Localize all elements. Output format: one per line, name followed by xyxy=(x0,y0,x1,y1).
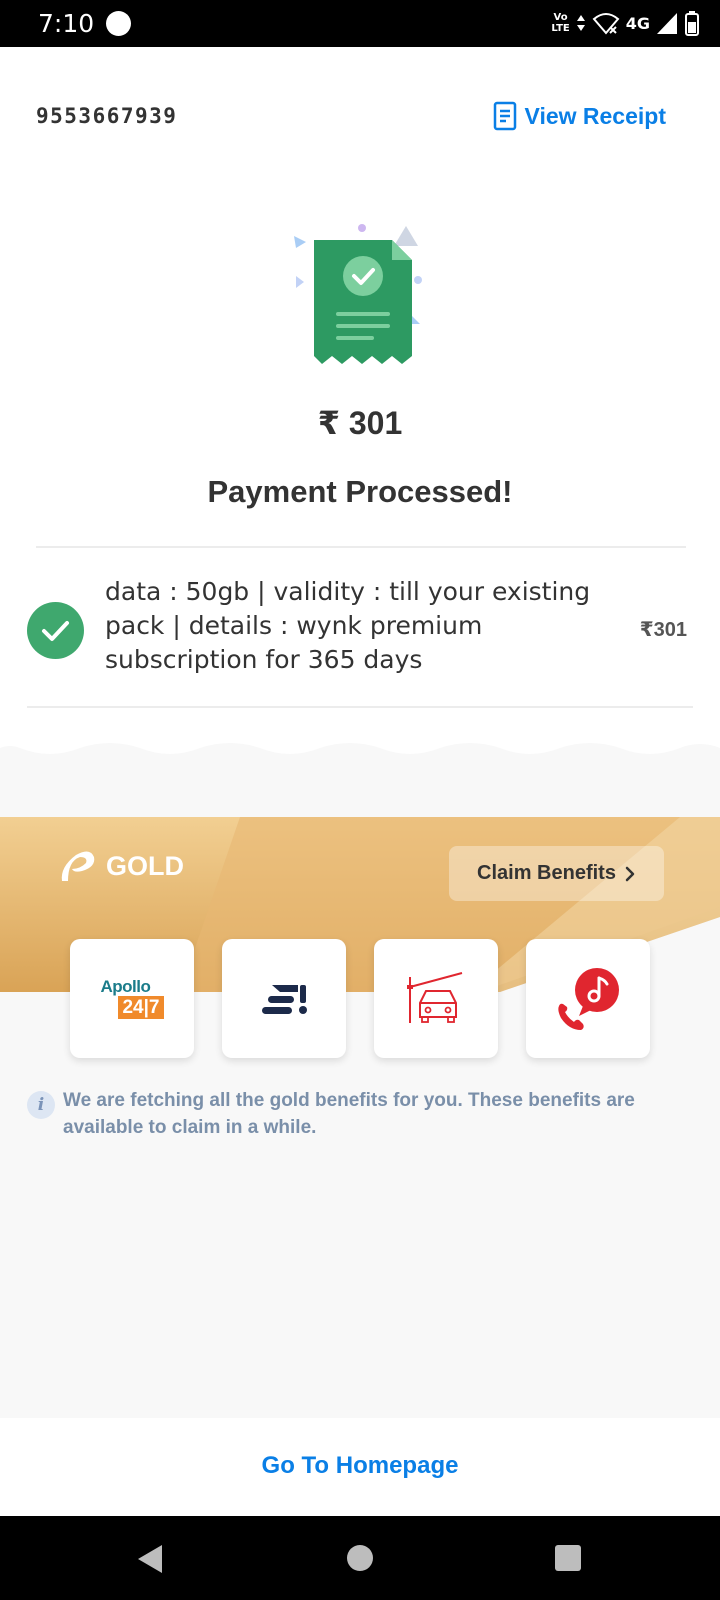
pack-price: ₹301 xyxy=(639,619,687,641)
go-to-homepage-button[interactable]: Go To Homepage xyxy=(262,1452,459,1480)
zigzag-edge xyxy=(0,736,720,754)
header-row: 9553667939 View Receipt xyxy=(36,98,666,134)
shaw-academy-icon xyxy=(262,984,307,1014)
recents-icon[interactable] xyxy=(555,1545,581,1571)
payment-amount: ₹ 301 xyxy=(317,405,403,441)
gold-info-text: We are fetching all the gold benefits fo… xyxy=(63,1090,635,1138)
network-type: 4G xyxy=(625,13,650,33)
view-receipt-label: View Receipt xyxy=(524,102,666,129)
hellotunes-icon xyxy=(558,967,619,1030)
receipt-icon xyxy=(493,101,516,131)
battery-icon xyxy=(685,11,699,36)
back-icon[interactable] xyxy=(136,1543,164,1575)
benefit-card-shaw-academy[interactable] xyxy=(222,939,346,1058)
payment-success-illustration xyxy=(294,224,422,364)
apollo-247-icon: Apollo 24|7 xyxy=(100,978,164,1019)
info-icon: i xyxy=(27,1091,55,1119)
payment-status-title: Payment Processed! xyxy=(207,474,513,509)
pack-item: data : 50gb | validity : till your exist… xyxy=(27,575,687,685)
benefit-card-hellotunes[interactable] xyxy=(526,939,650,1058)
status-icons: Vo LTE 4G xyxy=(551,6,700,40)
notification-dot-icon xyxy=(106,11,131,36)
divider xyxy=(36,546,686,548)
home-icon[interactable] xyxy=(347,1545,373,1571)
airtel-logo-icon xyxy=(61,851,95,881)
footer: Go To Homepage xyxy=(0,1418,720,1514)
signal-icon xyxy=(657,13,677,34)
divider xyxy=(27,706,693,708)
pack-description: data : 50gb | validity : till your exist… xyxy=(105,577,591,674)
status-bar: 7:10 Vo LTE 4G xyxy=(0,0,720,47)
status-time: 7:10 xyxy=(38,9,95,38)
claim-benefits-label: Claim Benefits xyxy=(477,862,616,884)
system-nav-bar xyxy=(0,1516,720,1600)
benefit-card-fastag[interactable] xyxy=(374,939,498,1058)
volte-icon: Vo LTE xyxy=(551,12,570,34)
car-toll-icon xyxy=(407,971,463,1023)
wifi-off-icon xyxy=(592,13,620,35)
check-circle-icon xyxy=(27,602,84,659)
view-receipt-button[interactable]: View Receipt xyxy=(493,101,666,131)
data-arrows-icon xyxy=(576,15,585,31)
claim-benefits-button[interactable]: Claim Benefits xyxy=(449,846,664,901)
chevron-right-icon xyxy=(625,866,635,881)
airtel-gold-logo: GOLD xyxy=(56,845,184,887)
gold-label: GOLD xyxy=(106,850,184,881)
benefit-card-apollo[interactable]: Apollo 24|7 xyxy=(70,939,194,1058)
phone-number: 9553667939 xyxy=(36,104,178,128)
